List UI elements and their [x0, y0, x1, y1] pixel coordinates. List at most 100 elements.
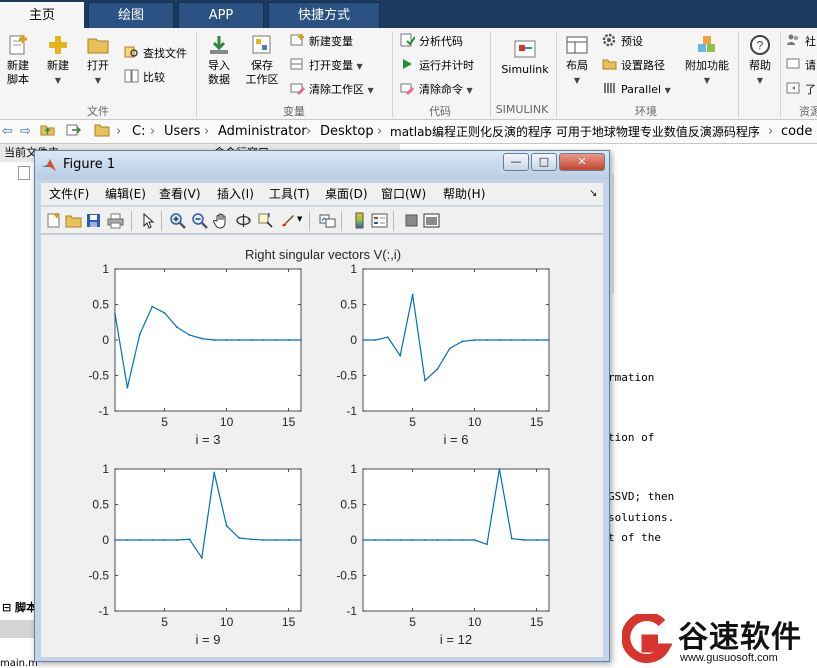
new-variable-button[interactable]: 新建变量 — [290, 32, 353, 52]
subplot-grid[interactable]: Right singular vectors V(:,i) 5 10 1510.50… — [41, 235, 603, 657]
figure-canvas[interactable]: Right singular vectors V(:,i) 5 10 15 1 0.5 0… — [41, 235, 603, 657]
find-files-button[interactable]: 查找文件 — [124, 44, 187, 64]
open-button[interactable]: 打开 ▼ — [82, 34, 114, 88]
menu-view[interactable]: 查看(V) — [159, 183, 201, 205]
data-point — [300, 539, 302, 541]
layout-label: 布局 — [566, 59, 588, 72]
breadcrumb-desktop[interactable]: Desktop — [320, 120, 374, 144]
clear-commands-label: 清除命令 — [419, 83, 463, 96]
editor-pane[interactable]: rmation tion of GSVD; then solutions. t … — [608, 144, 817, 668]
save-workspace-button[interactable]: 保存 工作区 — [242, 34, 282, 87]
menu-tools[interactable]: 工具(T) — [269, 183, 310, 205]
open-file-icon[interactable] — [65, 212, 82, 229]
editor-scrollbar[interactable] — [612, 174, 614, 294]
compare-label: 比较 — [143, 71, 165, 84]
run-and-time-label: 运行并计时 — [419, 59, 474, 72]
figure-titlebar[interactable]: Figure 1 — □ ✕ — [35, 151, 609, 179]
breadcrumb-users[interactable]: Users — [164, 120, 200, 144]
set-path-button[interactable]: 设置路径 — [602, 56, 665, 76]
dock-arrow-icon[interactable]: ↘ — [589, 183, 597, 205]
folder-icon — [87, 38, 109, 54]
preferences-button[interactable]: 预设 — [602, 32, 643, 52]
zoom-out-icon[interactable] — [191, 212, 208, 229]
compare-button[interactable]: 比较 — [124, 68, 165, 88]
y-tick-label: 1 — [102, 262, 109, 276]
zoom-in-icon[interactable] — [169, 212, 186, 229]
forward-arrow-icon[interactable]: ⇨ — [20, 120, 31, 144]
new-button[interactable]: 新建 ▼ — [42, 34, 74, 88]
rotate-3d-icon[interactable] — [235, 212, 252, 229]
breadcrumb-c[interactable]: C: — [132, 120, 145, 144]
community-button[interactable]: 社 — [786, 32, 816, 52]
tab-apps[interactable]: APP — [178, 2, 264, 28]
section-variable: 变量 — [283, 105, 305, 118]
parallel-button[interactable]: Parallel ▼ — [602, 80, 671, 100]
menu-insert[interactable]: 插入(I) — [217, 183, 254, 205]
chevron-down-icon: ▼ — [367, 86, 374, 95]
up-folder-icon[interactable] — [40, 120, 55, 144]
help-button[interactable]: ? 帮助 ▼ — [744, 34, 776, 88]
section-simulink: SIMULINK — [495, 103, 549, 116]
back-arrow-icon[interactable]: ⇦ — [2, 120, 13, 144]
pointer-icon[interactable] — [139, 212, 156, 229]
data-point — [213, 471, 216, 474]
data-point — [188, 538, 191, 541]
data-point — [176, 539, 178, 541]
layout-button[interactable]: 布局 ▼ — [562, 34, 592, 88]
subplot-3[interactable]: 5 10 15 1 0.5 0 -0.5 -1 i = 9 — [88, 462, 302, 647]
breadcrumb-project-folder[interactable]: matlab编程正则化反演的程序 可用于地球物理专业数值反演源码程序 — [390, 120, 764, 144]
simulink-button[interactable]: Simulink — [496, 38, 554, 77]
tab-home[interactable]: 主页 — [0, 2, 84, 28]
open-variable-button[interactable]: 打开变量 ▼ — [290, 56, 363, 76]
request-support-button[interactable]: 请 — [786, 56, 816, 76]
import-data-button[interactable]: 导入 数据 — [202, 34, 236, 87]
parallel-label: Parallel — [621, 83, 662, 96]
open-variable-icon — [290, 58, 303, 70]
x-tick-label: 15 — [530, 415, 544, 429]
maximize-button[interactable]: □ — [531, 153, 557, 171]
menu-desktop[interactable]: 桌面(D) — [325, 183, 368, 205]
x-tick-label: 5 — [409, 615, 416, 629]
new-script-button[interactable]: 新建 脚本 — [2, 34, 34, 87]
tab-shortcuts[interactable]: 快捷方式 — [268, 2, 380, 28]
legend-icon[interactable] — [371, 212, 388, 229]
close-button[interactable]: ✕ — [559, 153, 605, 171]
menu-file[interactable]: 文件(F) — [49, 183, 89, 205]
analyze-code-button[interactable]: 分析代码 — [400, 32, 463, 52]
y-tick-label: 0 — [102, 533, 109, 547]
figure-window[interactable]: Figure 1 — □ ✕ 文件(F) 编辑(E) 查看(V) 插入(I) 工… — [34, 150, 610, 662]
code-line: t of the — [608, 531, 661, 544]
hide-plot-tools-icon[interactable] — [403, 212, 420, 229]
menu-help[interactable]: 帮助(H) — [443, 183, 485, 205]
minimize-button[interactable]: — — [503, 153, 529, 171]
chevron-down-icon[interactable]: ▼ — [297, 215, 302, 223]
menu-edit[interactable]: 编辑(E) — [105, 183, 146, 205]
data-point — [399, 539, 402, 541]
addons-button[interactable]: 附加功能 ▼ — [682, 34, 732, 88]
print-icon[interactable] — [107, 212, 124, 229]
clear-commands-button[interactable]: 清除命令 ▼ — [400, 80, 473, 100]
clear-workspace-button[interactable]: 清除工作区 ▼ — [290, 80, 374, 100]
new-figure-icon[interactable] — [45, 212, 62, 229]
tab-plots[interactable]: 绘图 — [88, 2, 174, 28]
toolbar-divider — [393, 211, 394, 231]
data-cursor-icon[interactable] — [257, 212, 274, 229]
subplot-1[interactable]: 5 10 15 1 0.5 0 -0.5 -1 i = 3 — [88, 262, 302, 447]
browse-folder-icon[interactable] — [66, 120, 81, 144]
subplot-4[interactable]: 5 10 15 1 0.5 0 -0.5 -1 i = 12 — [336, 462, 550, 647]
subplot-2[interactable]: 5 10 15 1 0.5 0 -0.5 -1 i = 6 — [336, 262, 550, 447]
save-icon[interactable] — [85, 212, 102, 229]
menu-window[interactable]: 窗口(W) — [381, 183, 426, 205]
colorbar-icon[interactable] — [351, 212, 368, 229]
show-plot-tools-icon[interactable] — [423, 212, 440, 229]
run-and-time-button[interactable]: 运行并计时 — [400, 56, 474, 76]
brush-icon[interactable] — [279, 212, 296, 229]
clear-workspace-label: 清除工作区 — [309, 83, 364, 96]
pan-hand-icon[interactable] — [213, 212, 230, 229]
x-tick-label: 15 — [282, 415, 296, 429]
learn-button[interactable]: 了 — [786, 80, 816, 100]
link-plot-icon[interactable] — [319, 212, 336, 229]
breadcrumb-code[interactable]: code — [781, 120, 812, 144]
data-point — [275, 339, 278, 341]
breadcrumb-administrator[interactable]: Administrator — [218, 120, 307, 144]
